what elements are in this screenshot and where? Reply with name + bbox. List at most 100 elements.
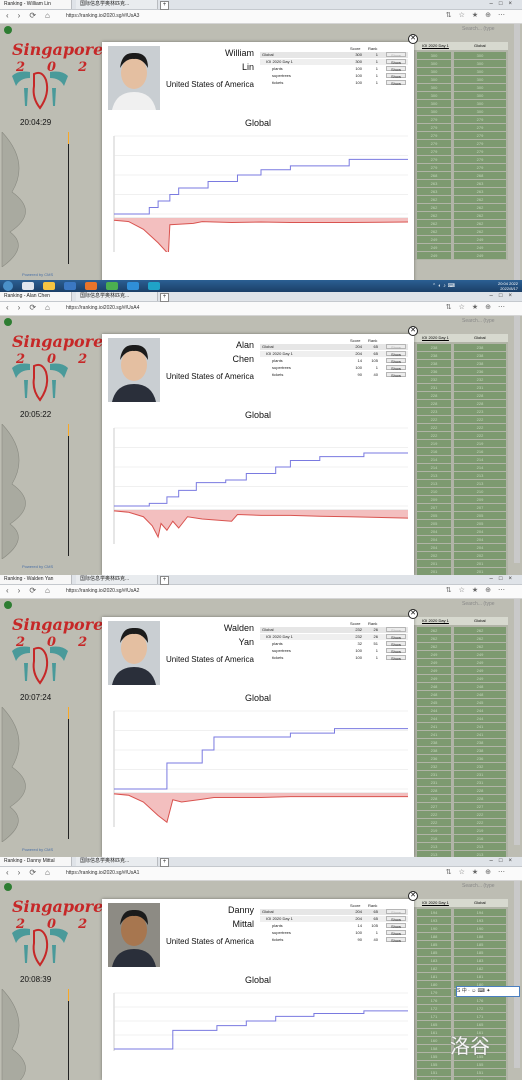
- nav-buttons[interactable]: ‹›⟳⌂: [6, 868, 59, 877]
- show-button[interactable]: Show: [386, 923, 406, 929]
- table-row[interactable]: 262 262: [414, 228, 508, 236]
- table-row[interactable]: 222 222: [414, 819, 508, 827]
- table-row[interactable]: 181 181: [414, 973, 508, 981]
- table-row[interactable]: 236 236: [414, 755, 508, 763]
- column-header-contest[interactable]: IOI 2020 Day 1: [422, 42, 449, 50]
- table-row[interactable]: 238 238: [414, 352, 508, 360]
- taskbar-app-icon[interactable]: [43, 282, 55, 290]
- column-header-global[interactable]: Global: [474, 334, 486, 342]
- show-button[interactable]: Show: [386, 73, 406, 79]
- table-row[interactable]: 236 236: [414, 368, 508, 376]
- table-row[interactable]: 262 262: [414, 643, 508, 651]
- column-header-global[interactable]: Global: [474, 899, 486, 907]
- powered-by-link[interactable]: Powered by CMS: [22, 272, 53, 277]
- table-row[interactable]: 222 222: [414, 811, 508, 819]
- powered-by-link[interactable]: Powered by CMS: [22, 847, 53, 852]
- table-row[interactable]: 262 262: [414, 196, 508, 204]
- table-row[interactable]: 202 202: [414, 552, 508, 560]
- table-row[interactable]: 228 228: [414, 392, 508, 400]
- url-input[interactable]: https://ranking.ioi2020.sg/#/UsA3: [66, 12, 366, 21]
- table-row[interactable]: 263 263: [414, 180, 508, 188]
- column-header-contest[interactable]: IOI 2020 Day 1: [422, 899, 449, 907]
- page-scrollbar[interactable]: [514, 316, 520, 563]
- table-row[interactable]: 183 183: [414, 957, 508, 965]
- search-input[interactable]: Search... (type: [462, 26, 495, 32]
- column-header-global[interactable]: Global: [474, 42, 486, 50]
- table-row[interactable]: 244 244: [414, 707, 508, 715]
- search-input[interactable]: Search... (type: [462, 883, 495, 889]
- page-scrollbar[interactable]: [514, 24, 520, 280]
- show-button[interactable]: Show: [386, 372, 406, 378]
- table-row[interactable]: 213 213: [414, 472, 508, 480]
- table-row[interactable]: 245 245: [414, 699, 508, 707]
- show-button[interactable]: Show: [386, 80, 406, 86]
- table-row[interactable]: 300 300: [414, 108, 508, 116]
- table-row[interactable]: 300 300: [414, 100, 508, 108]
- start-button-icon[interactable]: [3, 281, 13, 291]
- window-controls[interactable]: –□×: [490, 0, 518, 9]
- table-row[interactable]: 172 172: [414, 1005, 508, 1013]
- table-row[interactable]: 228 228: [414, 400, 508, 408]
- table-row[interactable]: 219 219: [414, 440, 508, 448]
- table-row[interactable]: 300 300: [414, 52, 508, 60]
- table-row[interactable]: 249 249: [414, 675, 508, 683]
- table-row[interactable]: 204 204: [414, 544, 508, 552]
- table-row[interactable]: 176 176: [414, 997, 508, 1005]
- table-row[interactable]: 279 279: [414, 124, 508, 132]
- show-button[interactable]: Show: [386, 634, 406, 640]
- table-row[interactable]: 190 190: [414, 925, 508, 933]
- table-row[interactable]: 249 249: [414, 252, 508, 260]
- table-row[interactable]: 214 214: [414, 464, 508, 472]
- table-row[interactable]: 262 262: [414, 204, 508, 212]
- taskbar-app-icon[interactable]: [85, 282, 97, 290]
- table-row[interactable]: 209 209: [414, 496, 508, 504]
- browser-toolbar-icons[interactable]: ⇅☆★⊕⋯: [446, 868, 512, 876]
- show-button[interactable]: Show: [386, 648, 406, 654]
- table-row[interactable]: 171 171: [414, 1013, 508, 1021]
- browser-tab-ranking[interactable]: Ranking - William Lin: [0, 0, 72, 9]
- table-row[interactable]: 249 249: [414, 236, 508, 244]
- page-scrollbar[interactable]: [514, 881, 520, 1068]
- table-row[interactable]: 262 262: [414, 212, 508, 220]
- close-icon[interactable]: ✕: [408, 609, 418, 619]
- table-row[interactable]: 201 201: [414, 568, 508, 575]
- table-row[interactable]: 300 300: [414, 76, 508, 84]
- new-tab-button[interactable]: +: [160, 576, 169, 585]
- table-row[interactable]: 279 279: [414, 132, 508, 140]
- browser-tab-ranking[interactable]: Ranking - Alan Chen: [0, 292, 72, 301]
- taskbar-app-icon[interactable]: [148, 282, 160, 290]
- browser-tab-ranking[interactable]: Ranking - Walden Yan: [0, 575, 72, 584]
- table-row[interactable]: 262 262: [414, 635, 508, 643]
- show-button[interactable]: Show: [386, 909, 406, 915]
- show-button[interactable]: Show: [386, 916, 406, 922]
- show-button[interactable]: Show: [386, 59, 406, 65]
- table-row[interactable]: 248 248: [414, 683, 508, 691]
- table-row[interactable]: 213 213: [414, 480, 508, 488]
- url-input[interactable]: https://ranking.ioi2020.sg/#/UsA4: [66, 304, 366, 313]
- table-row[interactable]: 222 222: [414, 424, 508, 432]
- table-row[interactable]: 216 216: [414, 835, 508, 843]
- show-button[interactable]: Show: [386, 365, 406, 371]
- page-scrollbar[interactable]: [514, 599, 520, 845]
- table-row[interactable]: 279 279: [414, 140, 508, 148]
- powered-by-link[interactable]: Powered by CMS: [22, 564, 53, 569]
- table-row[interactable]: 232 232: [414, 763, 508, 771]
- table-row[interactable]: 238 238: [414, 747, 508, 755]
- search-input[interactable]: Search... (type: [462, 318, 495, 324]
- window-controls[interactable]: –□×: [490, 292, 518, 301]
- nav-buttons[interactable]: ‹›⟳⌂: [6, 586, 59, 595]
- table-row[interactable]: 193 193: [414, 917, 508, 925]
- table-row[interactable]: 249 249: [414, 659, 508, 667]
- table-row[interactable]: 194 194: [414, 909, 508, 917]
- table-row[interactable]: 300 300: [414, 92, 508, 100]
- table-row[interactable]: 207 207: [414, 504, 508, 512]
- browser-tab-ioi[interactable]: 国际信息学奥林匹克...: [76, 292, 158, 301]
- table-row[interactable]: 205 205: [414, 512, 508, 520]
- table-row[interactable]: 231 231: [414, 779, 508, 787]
- table-row[interactable]: 238 238: [414, 360, 508, 368]
- system-tray[interactable]: ⌃◐♪⌨: [432, 283, 457, 289]
- table-row[interactable]: 210 210: [414, 488, 508, 496]
- column-header-contest[interactable]: IOI 2020 Day 1: [422, 334, 449, 342]
- table-row[interactable]: 214 214: [414, 456, 508, 464]
- table-row[interactable]: 222 222: [414, 432, 508, 440]
